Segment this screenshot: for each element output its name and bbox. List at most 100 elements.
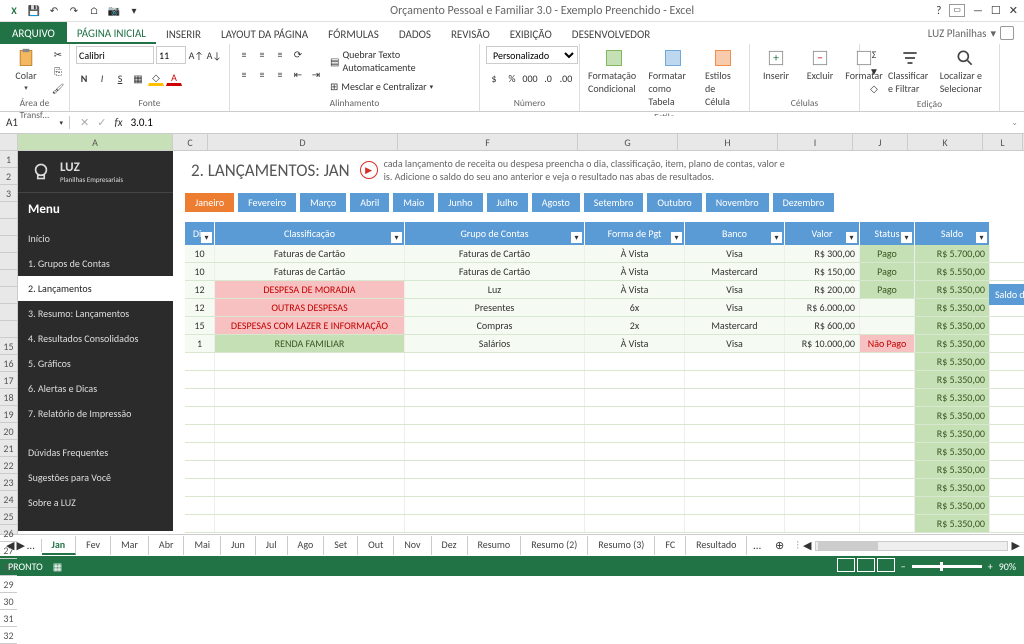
row-17[interactable]: 17 [0, 372, 17, 389]
cell[interactable]: Mastercard [685, 263, 785, 280]
sheet-tab-mar[interactable]: Mar [111, 536, 149, 555]
align-left-icon[interactable]: ≡ [236, 66, 252, 82]
tab-scroll-right-icon[interactable]: ▶ [16, 539, 24, 552]
cell[interactable] [585, 425, 685, 442]
sidebar-extra-1[interactable]: Sugestões para Você [18, 465, 173, 490]
col-D[interactable]: D [208, 134, 398, 150]
sheet-tab-resumo-3-[interactable]: Resumo (3) [588, 536, 655, 555]
cell[interactable] [185, 515, 215, 532]
cell[interactable]: R$ 5.350,00 [915, 407, 990, 424]
cell[interactable] [405, 353, 585, 370]
autosum-icon[interactable]: Σ [866, 46, 882, 62]
play-icon[interactable]: ▶ [360, 161, 378, 179]
cell[interactable] [585, 515, 685, 532]
cell-styles-button[interactable]: Estilos de Célula [703, 46, 743, 110]
month-janeiro[interactable]: Janeiro [185, 193, 234, 212]
align-middle-icon[interactable]: ≡ [254, 46, 270, 62]
cell[interactable]: Não Pago [860, 335, 915, 352]
fill-color-icon[interactable]: ◇ [148, 70, 164, 86]
saldo-anterior-label[interactable]: Saldo do A [989, 284, 1024, 305]
cell[interactable] [585, 479, 685, 496]
sheet-tab-resumo[interactable]: Resumo [468, 536, 522, 555]
cell[interactable] [215, 371, 405, 388]
row-20[interactable]: 20 [0, 423, 17, 440]
sheet-tab-jan[interactable]: Jan [42, 536, 77, 555]
filter-dropdown-icon[interactable]: ▾ [846, 232, 857, 243]
merge-center-button[interactable]: ⊞Mesclar e Centralizar▾ [328, 78, 473, 95]
month-dezembro[interactable]: Dezembro [773, 193, 835, 212]
cell[interactable] [785, 389, 860, 406]
italic-icon[interactable]: I [94, 70, 110, 86]
th-dia[interactable]: Dia▾ [185, 222, 215, 245]
cell[interactable]: 15 [185, 317, 215, 334]
month-maio[interactable]: Maio [393, 193, 434, 212]
th-saldo[interactable]: Saldo▾ [915, 222, 990, 245]
border-icon[interactable]: ▦ [130, 70, 146, 86]
col-I[interactable]: I [778, 134, 853, 150]
redo-icon[interactable]: ↷ [66, 3, 82, 19]
file-tab[interactable]: ARQUIVO [0, 22, 67, 44]
ribbon-tab-fórmulas[interactable]: FÓRMULAS [318, 22, 389, 44]
close-icon[interactable]: ✕ [1009, 4, 1018, 17]
cell[interactable] [785, 407, 860, 424]
cell[interactable]: RENDA FAMILIAR [215, 335, 405, 352]
month-novembro[interactable]: Novembro [706, 193, 769, 212]
cell[interactable]: 2x [585, 317, 685, 334]
decrease-font-icon[interactable]: A↓ [206, 47, 222, 63]
cell[interactable]: À Vista [585, 245, 685, 262]
home-icon[interactable]: ⌂ [86, 3, 102, 19]
tab-scroll-menu-icon[interactable]: … [27, 539, 35, 552]
tab-more-icon[interactable]: … [747, 539, 767, 552]
cell[interactable]: À Vista [585, 281, 685, 298]
fill-icon[interactable]: ▼ [866, 63, 882, 79]
fx-icon[interactable]: fx [114, 116, 122, 129]
cell[interactable] [785, 479, 860, 496]
sidebar-extra-0[interactable]: Dúvidas Frequentes [18, 440, 173, 465]
cell[interactable]: R$ 10.000,00 [785, 335, 860, 352]
cell[interactable]: R$ 5.350,00 [915, 389, 990, 406]
sheet-tab-jun[interactable]: Jun [221, 536, 256, 555]
cell[interactable] [685, 479, 785, 496]
cell[interactable]: 6x [585, 299, 685, 316]
cell[interactable]: R$ 5.350,00 [915, 425, 990, 442]
cut-icon[interactable]: ✂ [50, 46, 66, 62]
cell[interactable] [585, 371, 685, 388]
cell[interactable]: Compras [405, 317, 585, 334]
align-center-icon[interactable]: ≡ [254, 66, 270, 82]
cell[interactable] [860, 425, 915, 442]
cell[interactable] [860, 497, 915, 514]
decrease-indent-icon[interactable]: ⇤ [290, 66, 306, 82]
row-[interactable] [0, 321, 17, 338]
cell[interactable] [860, 389, 915, 406]
cell[interactable]: Luz [405, 281, 585, 298]
cell[interactable] [860, 299, 915, 316]
month-outubro[interactable]: Outubro [647, 193, 701, 212]
camera-icon[interactable]: 📷 [106, 3, 122, 19]
cell[interactable] [185, 479, 215, 496]
cell[interactable] [215, 515, 405, 532]
cell[interactable] [215, 407, 405, 424]
cell[interactable]: R$ 6.000,00 [785, 299, 860, 316]
cell[interactable] [215, 461, 405, 478]
row-16[interactable]: 16 [0, 355, 17, 372]
cell[interactable] [685, 425, 785, 442]
tab-scroll-left-icon[interactable]: ◀ [6, 539, 14, 552]
cell[interactable] [785, 425, 860, 442]
sheet-tab-ago[interactable]: Ago [288, 536, 325, 555]
filter-dropdown-icon[interactable]: ▾ [976, 232, 987, 243]
insert-cells-button[interactable]: +Inserir [756, 46, 796, 84]
row-22[interactable]: 22 [0, 457, 17, 474]
cell[interactable]: Visa [685, 335, 785, 352]
cell[interactable]: R$ 5.350,00 [915, 479, 990, 496]
cell[interactable] [785, 443, 860, 460]
font-color-icon[interactable]: A [166, 70, 182, 86]
cell[interactable]: Pago [860, 245, 915, 262]
user-name[interactable]: LUZ Planilhas [928, 27, 987, 40]
cell[interactable] [215, 425, 405, 442]
sheet-tab-set[interactable]: Set [324, 536, 358, 555]
cell[interactable]: Visa [685, 245, 785, 262]
cell[interactable] [405, 371, 585, 388]
cell[interactable]: Mastercard [685, 317, 785, 334]
cell[interactable] [185, 461, 215, 478]
filter-dropdown-icon[interactable]: ▾ [901, 232, 912, 243]
